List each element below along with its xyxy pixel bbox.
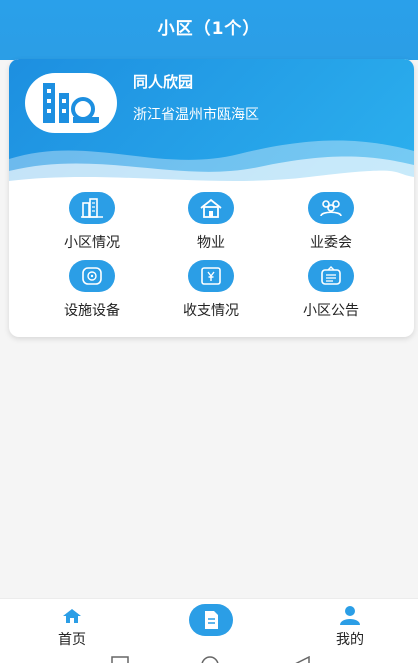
house-icon	[188, 192, 234, 224]
document-icon	[205, 611, 218, 629]
home-icon	[63, 609, 81, 623]
nav-home-label: 首页	[58, 632, 86, 648]
device-icon	[69, 260, 115, 292]
page-title: 小区（1个）	[157, 18, 261, 39]
grid-item-finance[interactable]: 收支情况	[151, 260, 271, 320]
grid-label: 收支情况	[183, 303, 239, 319]
back-icon[interactable]	[293, 656, 311, 663]
building-icon	[69, 192, 115, 224]
community-logo	[25, 73, 117, 133]
user-icon	[340, 606, 360, 625]
grid-label: 小区公告	[303, 303, 359, 319]
people-icon	[308, 192, 354, 224]
community-address: 浙江省温州市瓯海区	[133, 107, 259, 123]
grid-label: 物业	[197, 235, 225, 251]
system-nav-bar	[0, 650, 418, 663]
wave-decoration	[9, 140, 414, 189]
grid-label: 小区情况	[64, 235, 120, 251]
grid-item-property[interactable]: 物业	[151, 192, 271, 252]
yen-icon	[188, 260, 234, 292]
grid-label: 设施设备	[64, 303, 120, 319]
community-banner: 同人欣园 浙江省温州市瓯海区	[9, 59, 414, 189]
recent-apps-icon[interactable]	[111, 656, 129, 663]
community-name: 同人欣园	[133, 73, 194, 91]
center-action-button[interactable]	[189, 604, 233, 636]
community-card[interactable]: 同人欣园 浙江省温州市瓯海区 小区情况 物业 业委会 设施设备 收支情况 小区公…	[9, 59, 414, 337]
grid-item-owners-committee[interactable]: 业委会	[271, 192, 391, 252]
notice-icon	[308, 260, 354, 292]
nav-mine-label: 我的	[336, 632, 364, 648]
app-header: 小区（1个）	[0, 0, 418, 52]
grid-item-notices[interactable]: 小区公告	[271, 260, 391, 320]
city-logo-icon	[43, 83, 99, 123]
home-system-icon[interactable]	[200, 656, 220, 663]
nav-home[interactable]: 首页	[22, 599, 122, 651]
grid-item-community-info[interactable]: 小区情况	[32, 192, 152, 252]
grid-label: 业委会	[310, 235, 352, 251]
grid-item-facilities[interactable]: 设施设备	[32, 260, 152, 320]
nav-mine[interactable]: 我的	[300, 599, 400, 651]
